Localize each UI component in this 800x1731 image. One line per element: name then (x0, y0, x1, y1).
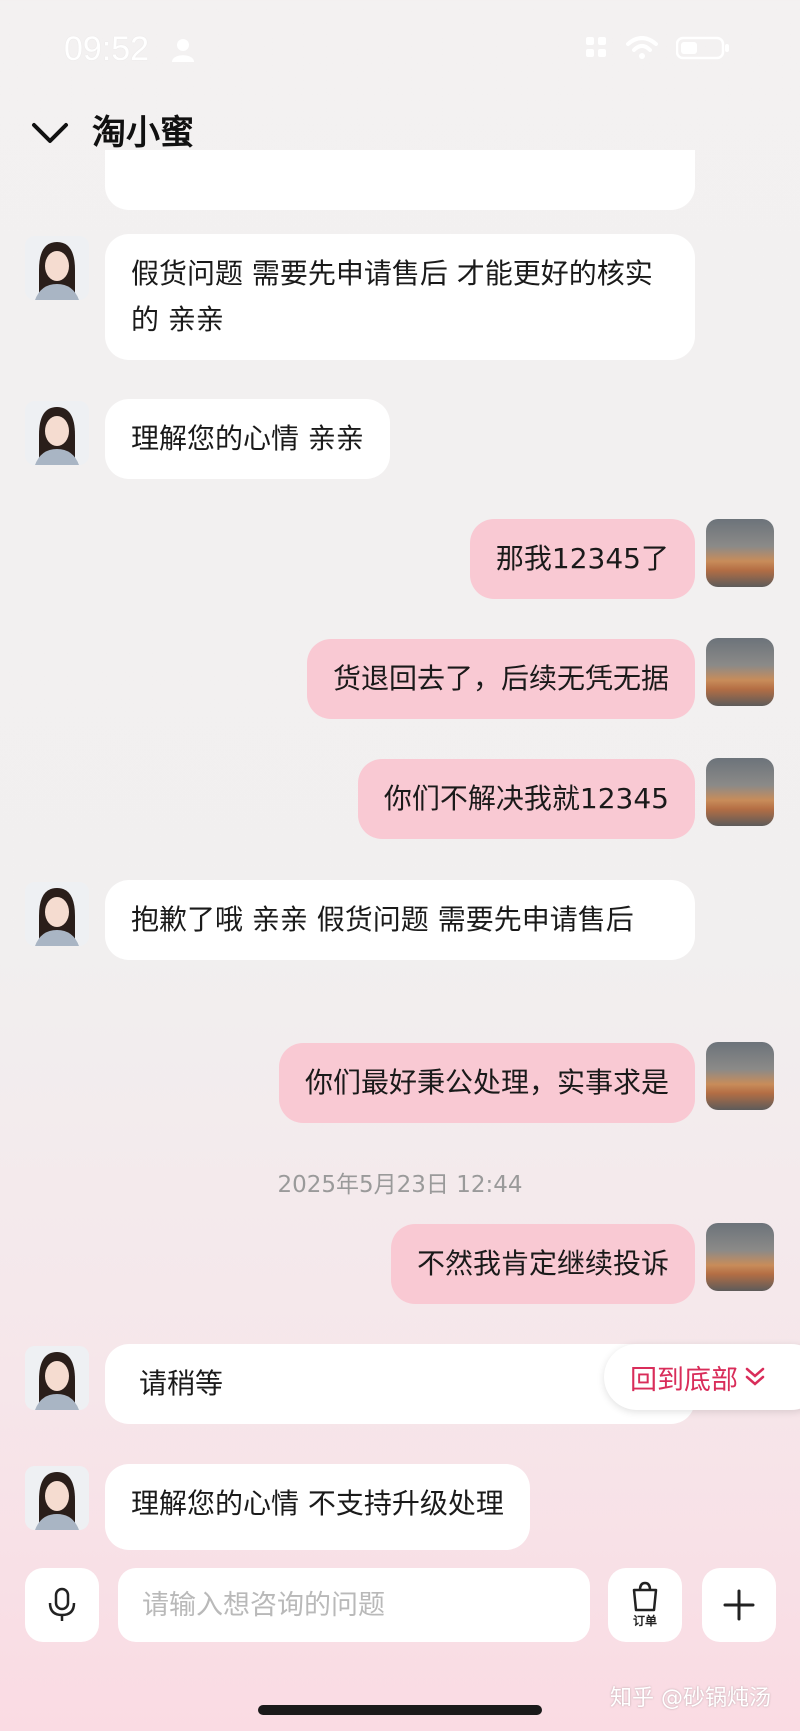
wifi-icon (626, 36, 658, 59)
message-text: 你们不解决我就12345 (383, 782, 669, 815)
message-bubble-bot: 抱歉了哦 亲亲 假货问题 需要先申请售后 (105, 880, 695, 960)
agent-avatar[interactable] (25, 1466, 89, 1530)
watermark: 知乎 @砂锅炖汤 (610, 1686, 771, 1711)
status-time: 09:52 (64, 30, 150, 68)
message-bubble-bot: 假货问题 需要先申请售后 才能更好的核实的 亲亲 (105, 234, 695, 360)
more-button[interactable] (702, 1568, 776, 1642)
message-text: 假货问题 需要先申请售后 才能更好的核实的 亲亲 (131, 257, 653, 336)
message-text: 理解您的心情 不支持升级处理 (131, 1487, 504, 1520)
message-text: 不然我肯定继续投诉 (416, 1247, 669, 1280)
voice-button[interactable] (25, 1568, 99, 1642)
chevron-down-icon[interactable] (30, 113, 70, 153)
message-bubble-bot: 理解您的心情 亲亲 (105, 399, 390, 479)
message-bubble-user: 你们最好秉公处理，实事求是 (278, 1043, 695, 1123)
message-bubble-user: 不然我肯定继续投诉 (390, 1224, 695, 1304)
agent-avatar[interactable] (25, 1346, 89, 1410)
agent-avatar[interactable] (25, 401, 89, 465)
message-text: 你们最好秉公处理，实事求是 (304, 1066, 669, 1099)
message-bubble-partial (105, 150, 695, 210)
message-bubble-user: 那我12345了 (469, 519, 695, 599)
home-indicator[interactable] (258, 1705, 542, 1715)
message-timestamp: 2025年5月23日 12:44 (277, 1172, 523, 1198)
chat-title: 淘小蜜 (92, 113, 194, 153)
message-text: 请稍等 (139, 1367, 224, 1400)
message-text: 货退回去了，后续无凭无据 (332, 662, 669, 695)
user-avatar[interactable] (706, 1042, 774, 1110)
message-bubble-bot: 理解您的心情 不支持升级处理 (105, 1464, 530, 1550)
message-text: 抱歉了哦 亲亲 假货问题 需要先申请售后 (131, 903, 634, 936)
message-text: 理解您的心情 亲亲 (131, 422, 364, 455)
status-bar: 09:52 (0, 0, 800, 100)
message-text: 那我12345了 (495, 542, 669, 575)
message-bubble-user: 你们不解决我就12345 (357, 759, 695, 839)
agent-avatar[interactable] (25, 882, 89, 946)
signal-icon (586, 37, 606, 57)
order-button[interactable]: 订单 (608, 1568, 682, 1642)
back-to-bottom-label: 回到底部 (630, 1364, 738, 1396)
user-avatar[interactable] (706, 638, 774, 706)
user-avatar[interactable] (706, 519, 774, 587)
person-icon (172, 39, 194, 62)
user-avatar[interactable] (706, 1223, 774, 1291)
agent-avatar[interactable] (25, 236, 89, 300)
message-input[interactable] (118, 1568, 590, 1642)
input-bar: 订单 (0, 1560, 800, 1650)
battery-icon (676, 36, 729, 60)
microphone-icon (48, 1587, 76, 1621)
message-bubble-user: 货退回去了，后续无凭无据 (306, 639, 695, 719)
back-to-bottom-button[interactable]: 回到底部 (604, 1344, 800, 1410)
user-avatar[interactable] (706, 758, 774, 826)
order-label: 订单 (632, 1614, 657, 1628)
shopping-bag-icon (632, 1581, 658, 1612)
double-chevron-down-icon (745, 1367, 765, 1386)
plus-icon (723, 1589, 755, 1621)
